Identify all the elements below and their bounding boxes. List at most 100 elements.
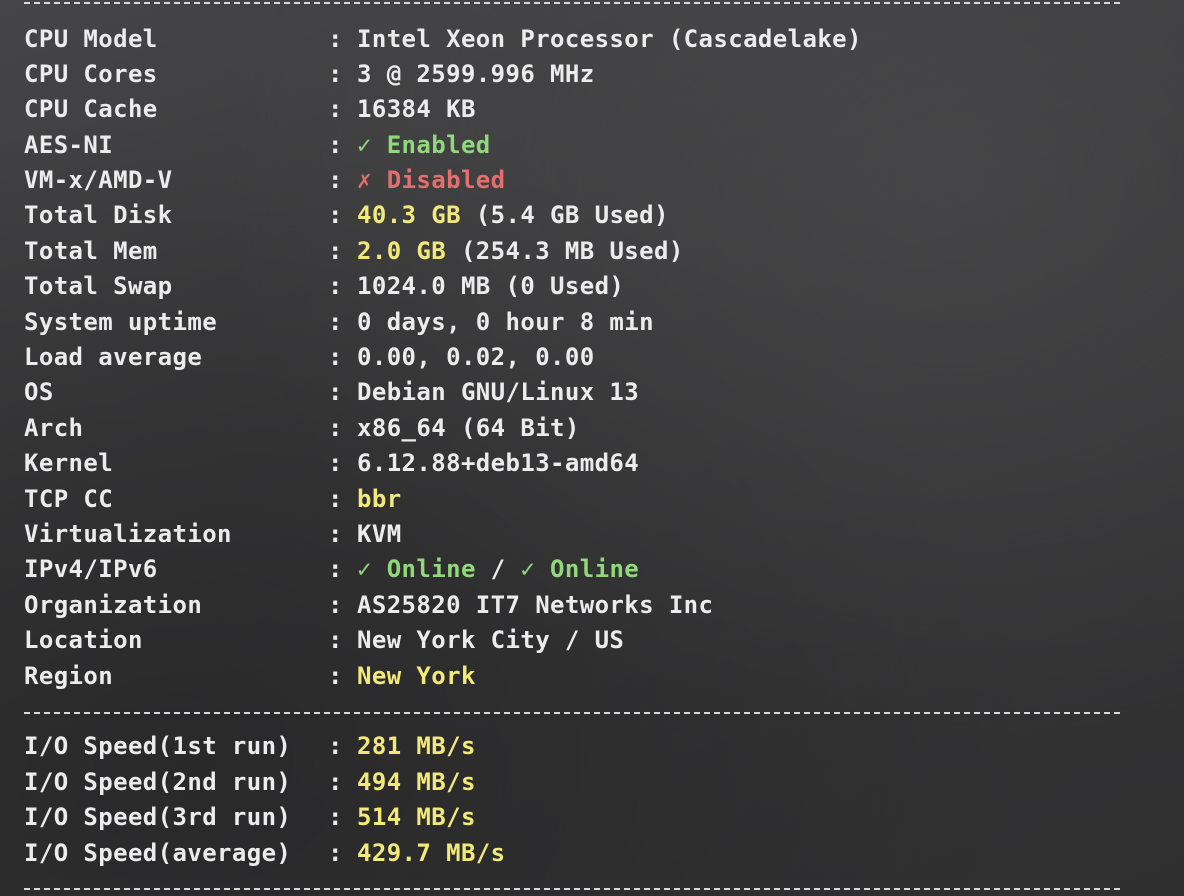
value: 6.12.88+deb13-amd64 [357,449,640,477]
value: 3 @ 2599.996 MHz [357,60,595,88]
colon: : [328,591,343,619]
colon: : [328,60,343,88]
value-group: ✓ Online / ✓ Online [357,552,639,587]
ipv6-status: ✓ Online [520,555,640,583]
colon: : [328,378,343,406]
value: New York [357,662,476,690]
separator-top [24,2,1120,4]
value: 281 MB/s [357,732,476,760]
colon: : [328,626,343,654]
row-cpu-cores: CPU Cores : 3 @ 2599.996 MHz [24,57,594,92]
colon: : [328,555,343,583]
value: bbr [357,485,402,513]
row-total-swap: Total Swap : 1024.0 MB (0 Used) [24,269,624,304]
mem-total: 2.0 GB [357,237,447,265]
row-io-average: I/O Speed(average) : 429.7 MB/s [24,836,505,871]
ipv4-status: ✓ Online [357,555,476,583]
value: Intel Xeon Processor (Cascadelake) [357,25,862,53]
value: x86_64 (64 Bit) [357,414,580,442]
row-io-run-3: I/O Speed(3rd run) : 514 MB/s [24,800,475,835]
row-os: OS : Debian GNU/Linux 13 [24,375,639,410]
row-arch: Arch : x86_64 (64 Bit) [24,411,579,446]
row-cpu-cache: CPU Cache : 16384 KB [24,92,475,127]
label: Total Mem [24,237,158,265]
value: 514 MB/s [357,803,476,831]
colon: : [328,732,343,760]
value: 0.00, 0.02, 0.00 [357,343,595,371]
label: I/O Speed(1st run) [24,732,292,760]
label: Load average [24,343,203,371]
row-organization: Organization : AS25820 IT7 Networks Inc [24,588,713,623]
status-enabled: ✓ Enabled [357,131,491,159]
label: CPU Cores [24,60,158,88]
label: TCP CC [24,485,114,513]
row-kernel: Kernel : 6.12.88+deb13-amd64 [24,446,639,481]
row-aes-ni: AES-NI : ✓ Enabled [24,128,490,163]
label: Organization [24,591,203,619]
label: Location [24,626,143,654]
label: Total Disk [24,201,173,229]
colon: : [328,343,343,371]
colon: : [328,803,343,831]
row-vm-x: VM-x/AMD-V : ✗ Disabled [24,163,505,198]
label: IPv4/IPv6 [24,555,158,583]
row-uptime: System uptime : 0 days, 0 hour 8 min [24,305,654,340]
disk-total: 40.3 GB [357,201,461,229]
disk-used: (5.4 GB Used) [460,201,669,229]
row-load-average: Load average : 0.00, 0.02, 0.00 [24,340,594,375]
colon: : [328,201,343,229]
value: 494 MB/s [357,768,476,796]
label: Arch [24,414,84,442]
slash: / [475,555,521,583]
row-io-run-1: I/O Speed(1st run) : 281 MB/s [24,729,475,764]
colon: : [328,308,343,336]
label: Virtualization [24,520,232,548]
row-cpu-model: CPU Model : Intel Xeon Processor (Cascad… [24,22,861,57]
row-tcp-cc: TCP CC : bbr [24,482,401,517]
label: CPU Cache [24,95,158,123]
label: VM-x/AMD-V [24,166,173,194]
value: Debian GNU/Linux 13 [357,378,640,406]
value: 0 days, 0 hour 8 min [357,308,654,336]
colon: : [328,485,343,513]
row-region: Region : New York [24,659,475,694]
row-virtualization: Virtualization : KVM [24,517,401,552]
colon: : [328,662,343,690]
row-total-mem: Total Mem : 2.0 GB (254.3 MB Used) [24,234,683,269]
colon: : [328,25,343,53]
row-ipv4-ipv6: IPv4/IPv6 : ✓ Online / ✓ Online [24,552,639,587]
value: KVM [357,520,402,548]
value: 429.7 MB/s [357,839,506,867]
colon: : [328,166,343,194]
separator-bottom [24,888,1120,890]
label: I/O Speed(3rd run) [24,803,292,831]
mem-used: (254.3 MB Used) [446,237,684,265]
label: AES-NI [24,131,114,159]
colon: : [328,520,343,548]
colon: : [328,839,343,867]
value-group: 40.3 GB (5.4 GB Used) [357,198,669,233]
label: System uptime [24,308,218,336]
colon: : [328,95,343,123]
label: I/O Speed(average) [24,839,292,867]
label: I/O Speed(2nd run) [24,768,292,796]
separator-middle [24,712,1120,714]
label: Region [24,662,114,690]
value: AS25820 IT7 Networks Inc [357,591,714,619]
colon: : [328,768,343,796]
label: OS [24,378,54,406]
colon: : [328,414,343,442]
label: CPU Model [24,25,158,53]
value-group: 2.0 GB (254.3 MB Used) [357,234,684,269]
value: 1024.0 MB (0 Used) [357,272,625,300]
colon: : [328,237,343,265]
label: Kernel [24,449,114,477]
label: Total Swap [24,272,173,300]
status-disabled: ✗ Disabled [357,166,506,194]
terminal-output: CPU Model : Intel Xeon Processor (Cascad… [24,0,1144,896]
value: New York City / US [357,626,625,654]
colon: : [328,449,343,477]
row-io-run-2: I/O Speed(2nd run) : 494 MB/s [24,765,475,800]
colon: : [328,272,343,300]
row-total-disk: Total Disk : 40.3 GB (5.4 GB Used) [24,198,668,233]
